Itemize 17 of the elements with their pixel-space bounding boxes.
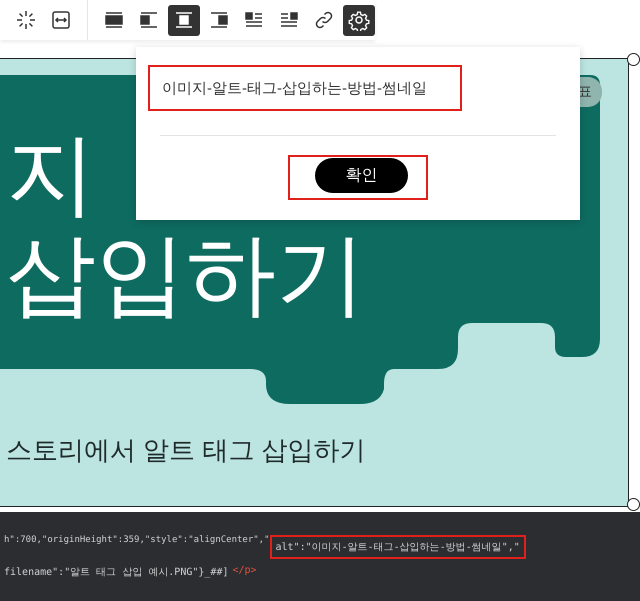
settings-icon-button[interactable] <box>343 4 375 36</box>
settings-icon <box>348 9 370 31</box>
thumbnail-title: 삽입하기 <box>6 225 366 325</box>
resize-handle[interactable] <box>627 498 640 511</box>
align-center-icon-button[interactable] <box>168 4 200 36</box>
code-text: filename":"알트 태그 삽입 예시.PNG"}_##] <box>4 566 228 578</box>
sparkle-icon <box>15 9 37 31</box>
resize-icon <box>50 9 72 31</box>
link-icon <box>313 9 335 31</box>
alt-text-field[interactable]: 이미지-알트-태그-삽입하는-방법-썸네일 <box>148 65 462 111</box>
thumbnail-subtitle: 스토리에서 알트 태그 삽입하기 <box>6 434 366 467</box>
code-tag: </p> <box>232 564 257 578</box>
thumbnail-title: 지 <box>6 125 96 225</box>
highlighted-code: alt":"이미지-알트-태그-삽입하는-방법-썸네일"," <box>270 534 526 558</box>
resize-handle[interactable] <box>627 53 640 66</box>
code-text: h":700,"originHeight":359,"style":"alignCenter"," <box>4 534 270 546</box>
confirm-button[interactable]: 확인 <box>315 158 408 193</box>
